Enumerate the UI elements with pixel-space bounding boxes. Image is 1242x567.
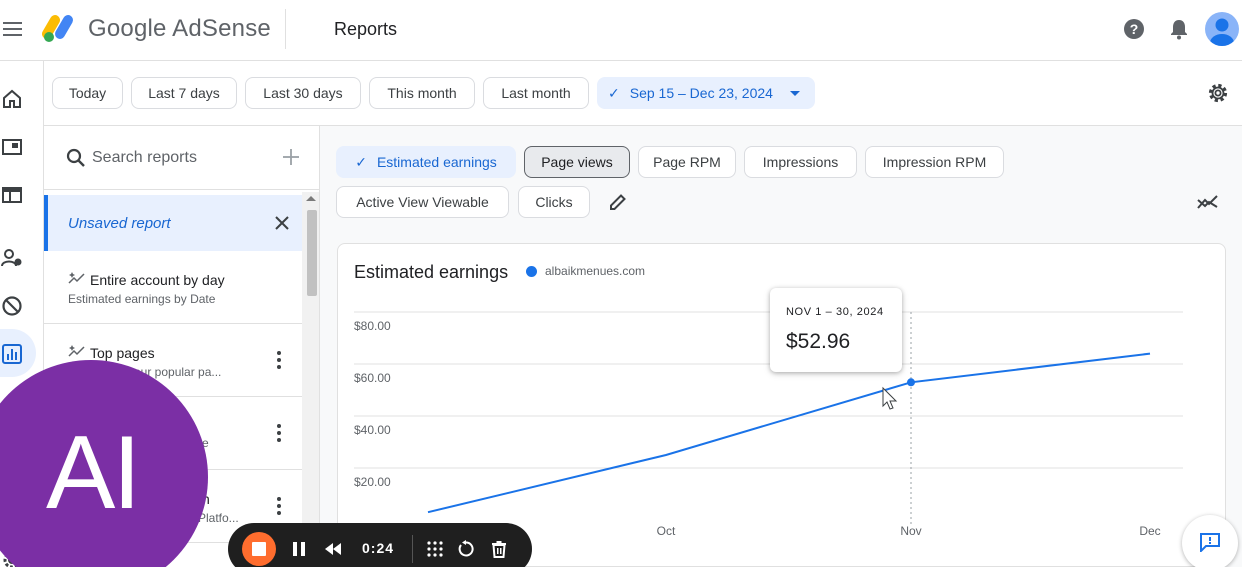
metric-chip-impressions[interactable]: Impressions — [744, 146, 857, 178]
y-tick-label: $20.00 — [354, 475, 391, 489]
tooltip-value: $52.96 — [786, 330, 851, 353]
unsaved-report-item[interactable]: Unsaved report — [44, 195, 304, 251]
home-icon[interactable] — [1, 88, 23, 110]
check-icon: ✓ — [608, 84, 620, 101]
more-options-icon[interactable] — [270, 422, 288, 444]
app-header: Google AdSense Reports ? — [0, 0, 1242, 61]
feedback-button[interactable] — [1182, 515, 1238, 567]
privacy-messaging-icon[interactable] — [1, 247, 23, 269]
date-range-dropdown[interactable]: ✓ Sep 15 – Dec 23, 2024 — [597, 77, 815, 109]
page-title: Reports — [334, 19, 398, 39]
x-tick-label: Nov — [900, 524, 921, 538]
metric-chip-clicks[interactable]: Clicks — [518, 186, 590, 218]
earnings-chart-card: Estimated earnings albaikmenues.com $20.… — [337, 243, 1226, 567]
date-chip-today[interactable]: Today — [52, 77, 123, 109]
edit-metrics-pencil-icon[interactable] — [608, 192, 628, 212]
svg-text:?: ? — [1130, 21, 1139, 37]
metric-chip-page-views[interactable]: Page views — [524, 146, 630, 178]
adsense-logo-icon — [42, 15, 73, 42]
report-main-area: ✓ Estimated earnings Page views Page RPM… — [320, 126, 1242, 567]
menu-icon[interactable] — [3, 19, 23, 39]
date-chip-last-7-days[interactable]: Last 7 days — [131, 77, 237, 109]
metric-chip-page-rpm[interactable]: Page RPM — [638, 146, 736, 178]
recording-timer: 0:24 — [362, 540, 395, 556]
date-chip-last-month[interactable]: Last month — [483, 77, 589, 109]
product-name: Google AdSense — [88, 15, 271, 42]
sparkle-trend-icon — [68, 345, 85, 357]
tooltip-date: NOV 1 – 30, 2024 — [786, 306, 884, 318]
feedback-chat-icon — [1200, 533, 1220, 552]
screen-recorder-toolbar: 0:24 — [228, 523, 532, 567]
more-options-icon[interactable] — [270, 349, 288, 371]
add-report-icon[interactable] — [282, 148, 300, 166]
user-icon — [1210, 18, 1234, 46]
stop-recording-button[interactable] — [242, 532, 276, 566]
metric-chip-active-view-viewable[interactable]: Active View Viewable — [336, 186, 509, 218]
header-divider — [285, 9, 286, 49]
grid-dots-icon[interactable] — [426, 540, 444, 558]
series-line — [427, 352, 1151, 514]
mouse-cursor-icon — [882, 386, 898, 410]
y-tick-label: $80.00 — [354, 319, 391, 333]
report-search-row — [44, 126, 319, 190]
chart-type-trend-icon[interactable] — [1197, 193, 1219, 211]
ads-icon[interactable] — [1, 136, 23, 158]
close-icon[interactable] — [274, 215, 290, 231]
delete-trash-icon[interactable] — [490, 540, 508, 558]
settings-gear-icon[interactable] — [1206, 81, 1230, 105]
recorder-divider — [412, 535, 413, 563]
sites-icon[interactable] — [1, 184, 23, 206]
ai-badge-text: AI — [46, 415, 141, 531]
pause-icon[interactable] — [290, 540, 308, 558]
account-avatar[interactable] — [1205, 12, 1239, 46]
date-range-value: Sep 15 – Dec 23, 2024 — [629, 85, 773, 101]
search-icon — [66, 148, 85, 167]
blocking-controls-icon[interactable] — [1, 295, 23, 317]
y-tick-label: $60.00 — [354, 371, 391, 385]
report-subtitle: Platfo... — [198, 511, 239, 525]
y-tick-label: $40.00 — [354, 423, 391, 437]
search-reports-input[interactable] — [92, 146, 272, 170]
metric-chip-impression-rpm[interactable]: Impression RPM — [865, 146, 1004, 178]
x-tick-label: Dec — [1139, 524, 1160, 538]
scrollbar-thumb[interactable] — [307, 210, 317, 296]
report-title: Entire account by day — [90, 272, 225, 288]
help-icon[interactable]: ? — [1123, 18, 1145, 40]
dropdown-caret-icon — [790, 91, 800, 96]
report-list-scrollbar[interactable] — [302, 192, 319, 567]
date-range-bar: Today Last 7 days Last 30 days This mont… — [44, 61, 1242, 126]
report-item-entire-account[interactable]: Entire account by day Estimated earnings… — [44, 252, 304, 324]
more-options-icon[interactable] — [270, 495, 288, 517]
report-title: Top pages — [90, 345, 155, 361]
unsaved-report-label: Unsaved report — [68, 215, 171, 232]
metric-chip-label: Estimated earnings — [376, 154, 497, 170]
reports-icon[interactable] — [1, 343, 23, 365]
restart-icon[interactable] — [457, 540, 475, 558]
x-tick-label: Oct — [657, 524, 676, 538]
date-chip-this-month[interactable]: This month — [369, 77, 475, 109]
notifications-bell-icon[interactable] — [1168, 18, 1190, 40]
check-icon: ✓ — [355, 153, 367, 170]
data-point-highlight — [907, 378, 915, 387]
chart-tooltip: NOV 1 – 30, 2024 $52.96 — [770, 288, 902, 372]
date-chip-last-30-days[interactable]: Last 30 days — [245, 77, 361, 109]
scroll-up-arrow-icon[interactable] — [306, 196, 316, 201]
report-subtitle: Estimated earnings by Date — [68, 292, 216, 306]
metric-chip-estimated-earnings[interactable]: ✓ Estimated earnings — [336, 146, 516, 178]
rewind-icon[interactable] — [324, 540, 342, 558]
sparkle-trend-icon — [68, 272, 85, 284]
